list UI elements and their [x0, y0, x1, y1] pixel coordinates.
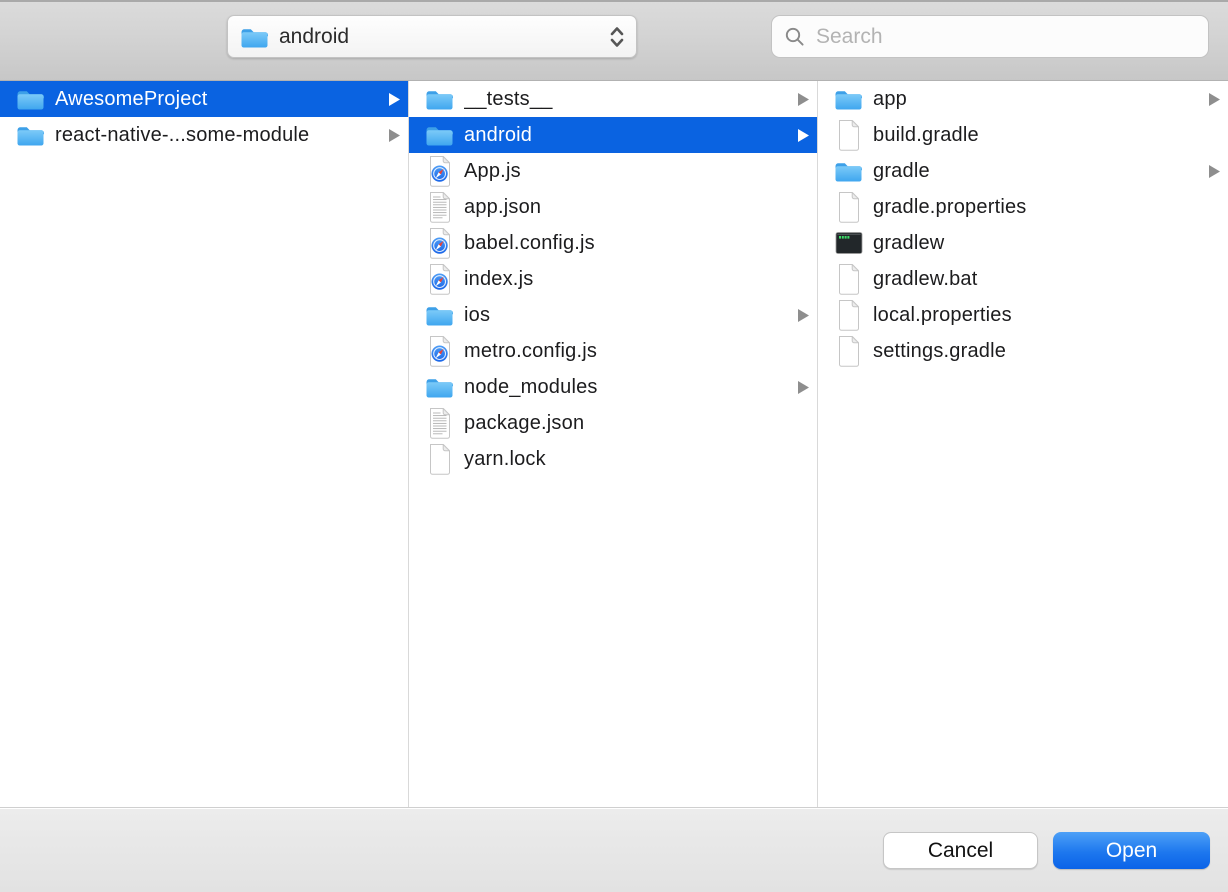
file-label: AwesomeProject: [55, 88, 381, 111]
file-row[interactable]: gradlew.bat: [818, 261, 1228, 297]
blank-file-icon: [834, 299, 863, 332]
folder-icon: [16, 83, 45, 116]
file-label: local.properties: [873, 304, 1220, 327]
dialog-toolbar: android: [0, 0, 1228, 81]
browser-column-3: app build.gradle gradle gradle.properties gr…: [818, 81, 1228, 807]
folder-icon: [425, 371, 454, 404]
folder-row[interactable]: app: [818, 81, 1228, 117]
file-row[interactable]: yarn.lock: [409, 441, 817, 477]
disclosure-arrow-icon: [798, 381, 809, 394]
file-row[interactable]: gradlew: [818, 225, 1228, 261]
folder-icon: [834, 155, 863, 188]
disclosure-arrow-icon: [1209, 165, 1220, 178]
blank-file-icon: [834, 119, 863, 152]
file-row[interactable]: index.js: [409, 261, 817, 297]
file-row[interactable]: build.gradle: [818, 117, 1228, 153]
file-label: ios: [464, 304, 790, 327]
file-label: build.gradle: [873, 124, 1220, 147]
file-row[interactable]: local.properties: [818, 297, 1228, 333]
js-file-icon: [425, 335, 454, 368]
blank-file-icon: [834, 335, 863, 368]
blank-file-icon: [834, 191, 863, 224]
disclosure-arrow-icon: [798, 129, 809, 142]
folder-row[interactable]: android: [409, 117, 817, 153]
folder-row[interactable]: gradle: [818, 153, 1228, 189]
search-input[interactable]: [814, 24, 1198, 50]
exec-file-icon: [834, 227, 863, 260]
chevron-up-down-icon: [610, 25, 626, 49]
file-row[interactable]: app.json: [409, 189, 817, 225]
disclosure-arrow-icon: [389, 93, 400, 106]
folder-row[interactable]: node_modules: [409, 369, 817, 405]
location-dropdown-value: android: [279, 25, 610, 49]
file-label: android: [464, 124, 790, 147]
file-label: index.js: [464, 268, 809, 291]
file-label: app: [873, 88, 1201, 111]
browser-column-1: AwesomeProject react-native-...some-modul…: [0, 81, 409, 807]
js-file-icon: [425, 227, 454, 260]
file-label: __tests__: [464, 88, 790, 111]
browser-column-2: __tests__android App.js app.json babel.conf…: [409, 81, 818, 807]
blank-file-icon: [425, 443, 454, 476]
file-label: metro.config.js: [464, 340, 809, 363]
file-browser-columns: AwesomeProject react-native-...some-modul…: [0, 81, 1228, 808]
search-icon: [784, 26, 806, 48]
folder-icon: [834, 83, 863, 116]
disclosure-arrow-icon: [798, 309, 809, 322]
folder-icon: [425, 119, 454, 152]
folder-row[interactable]: react-native-...some-module: [0, 117, 408, 153]
file-label: gradle.properties: [873, 196, 1220, 219]
file-row[interactable]: settings.gradle: [818, 333, 1228, 369]
location-dropdown[interactable]: android: [227, 15, 637, 58]
file-label: node_modules: [464, 376, 790, 399]
disclosure-arrow-icon: [1209, 93, 1220, 106]
open-button[interactable]: Open: [1053, 832, 1210, 869]
blank-file-icon: [834, 263, 863, 296]
file-row[interactable]: metro.config.js: [409, 333, 817, 369]
js-file-icon: [425, 155, 454, 188]
file-label: gradlew: [873, 232, 1220, 255]
file-label: app.json: [464, 196, 809, 219]
file-row[interactable]: package.json: [409, 405, 817, 441]
file-row[interactable]: gradle.properties: [818, 189, 1228, 225]
file-label: yarn.lock: [464, 448, 809, 471]
file-label: gradle: [873, 160, 1201, 183]
cancel-button[interactable]: Cancel: [883, 832, 1038, 869]
file-label: App.js: [464, 160, 809, 183]
text-file-icon: [425, 191, 454, 224]
folder-icon: [425, 83, 454, 116]
folder-icon: [16, 119, 45, 152]
dialog-footer: Cancel Open: [0, 809, 1228, 892]
file-label: gradlew.bat: [873, 268, 1220, 291]
file-label: package.json: [464, 412, 809, 435]
js-file-icon: [425, 263, 454, 296]
file-label: settings.gradle: [873, 340, 1220, 363]
file-row[interactable]: babel.config.js: [409, 225, 817, 261]
search-field: [771, 15, 1209, 58]
disclosure-arrow-icon: [389, 129, 400, 142]
folder-icon: [425, 299, 454, 332]
text-file-icon: [425, 407, 454, 440]
file-row[interactable]: App.js: [409, 153, 817, 189]
file-label: babel.config.js: [464, 232, 809, 255]
folder-row[interactable]: AwesomeProject: [0, 81, 408, 117]
file-label: react-native-...some-module: [55, 124, 381, 147]
disclosure-arrow-icon: [798, 93, 809, 106]
folder-icon: [240, 25, 269, 49]
folder-row[interactable]: __tests__: [409, 81, 817, 117]
folder-row[interactable]: ios: [409, 297, 817, 333]
